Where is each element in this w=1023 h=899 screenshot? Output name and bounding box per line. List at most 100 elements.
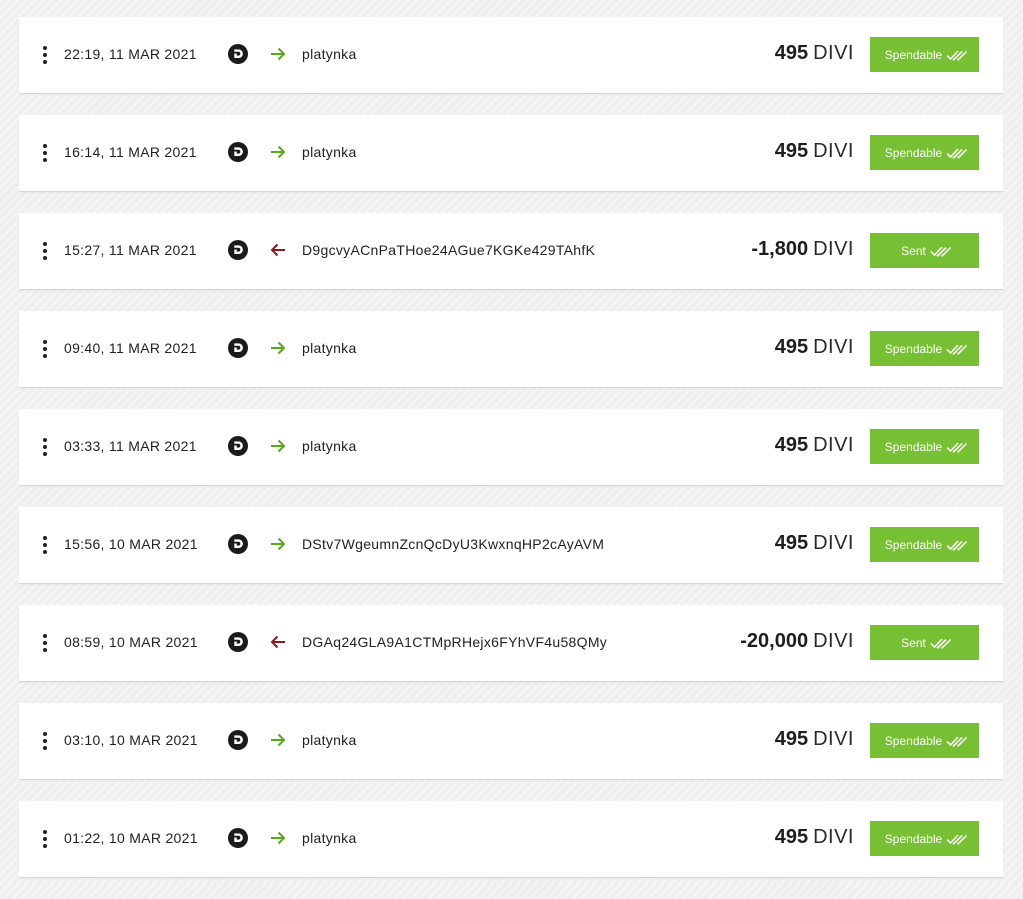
status-badge[interactable]: Spendable bbox=[870, 135, 979, 170]
arrow-right-icon bbox=[271, 537, 286, 551]
status-label: Sent bbox=[901, 635, 926, 650]
transaction-address: D9gcvyACnPaTHoe24AGue7KGKe429TAhfK bbox=[302, 242, 596, 258]
transaction-time: 08:59, 10 MAR 2021 bbox=[64, 634, 198, 650]
transaction-address: DGAq24GLA9A1CTMpRHejx6FYhVF4u58QMy bbox=[302, 634, 608, 650]
arrow-right-icon bbox=[271, 47, 286, 61]
kebab-menu-icon[interactable] bbox=[35, 141, 55, 165]
double-check-icon bbox=[946, 833, 968, 845]
status-badge[interactable]: Spendable bbox=[870, 429, 979, 464]
transaction-row[interactable]: 22:19, 11 MAR 2021 platynka 495 DIVI Spen… bbox=[19, 17, 1003, 94]
kebab-menu-icon[interactable] bbox=[35, 729, 55, 753]
status-badge[interactable]: Sent bbox=[870, 233, 979, 268]
status-label: Spendable bbox=[884, 341, 943, 356]
transaction-amount: -1,800 DIVI bbox=[751, 238, 854, 261]
arrow-right-icon bbox=[271, 439, 286, 453]
transaction-row[interactable]: 03:10, 10 MAR 2021 platynka 495 DIVI Spen… bbox=[19, 703, 1003, 780]
kebab-menu-icon[interactable] bbox=[35, 43, 55, 67]
kebab-menu-icon[interactable] bbox=[35, 631, 55, 655]
transaction-amount: 495 DIVI bbox=[775, 532, 854, 555]
status-label: Spendable bbox=[884, 733, 943, 748]
transaction-time: 15:27, 11 MAR 2021 bbox=[64, 242, 197, 258]
status-badge[interactable]: Spendable bbox=[870, 527, 979, 562]
divi-logo-icon bbox=[228, 730, 248, 750]
transaction-amount: 495 DIVI bbox=[775, 728, 854, 751]
status-label: Spendable bbox=[884, 47, 943, 62]
amount-unit: DIVI bbox=[813, 630, 854, 652]
arrow-right-icon bbox=[271, 831, 286, 845]
transaction-row[interactable]: 08:59, 10 MAR 2021 DGAq24GLA9A1CTMpRHejx… bbox=[19, 605, 1003, 682]
transaction-row[interactable]: 03:33, 11 MAR 2021 platynka 495 DIVI Spen… bbox=[19, 409, 1003, 486]
amount-value: 495 bbox=[774, 826, 809, 848]
status-label: Sent bbox=[901, 243, 926, 258]
amount-unit: DIVI bbox=[813, 434, 854, 456]
arrow-right-icon bbox=[271, 733, 286, 747]
amount-unit: DIVI bbox=[813, 336, 854, 358]
transaction-address: platynka bbox=[302, 438, 357, 454]
amount-unit: DIVI bbox=[813, 728, 854, 750]
status-label: Spendable bbox=[884, 537, 943, 552]
divi-logo-icon bbox=[228, 240, 248, 260]
transaction-address: platynka bbox=[302, 830, 357, 846]
arrow-left-icon bbox=[270, 243, 285, 257]
status-label: Spendable bbox=[884, 439, 943, 454]
double-check-icon bbox=[946, 49, 968, 61]
transaction-row[interactable]: 16:14, 11 MAR 2021 platynka 495 DIVI Spen… bbox=[19, 115, 1003, 192]
amount-unit: DIVI bbox=[813, 238, 854, 260]
transaction-address: DStv7WgeumnZcnQcDyU3KwxnqHP2cAyAVM bbox=[302, 536, 605, 552]
transaction-row[interactable]: 15:56, 10 MAR 2021 DStv7WgeumnZcnQcDyU3K… bbox=[19, 507, 1003, 584]
transaction-row[interactable]: 15:27, 11 MAR 2021 D9gcvyACnPaTHoe24AGue… bbox=[19, 213, 1003, 290]
divi-logo-icon bbox=[228, 338, 248, 358]
divi-logo-icon bbox=[228, 436, 248, 456]
status-badge[interactable]: Spendable bbox=[870, 723, 979, 758]
status-badge[interactable]: Spendable bbox=[870, 331, 979, 366]
amount-value: 495 bbox=[774, 140, 809, 162]
double-check-icon bbox=[946, 147, 968, 159]
double-check-icon bbox=[946, 343, 968, 355]
amount-unit: DIVI bbox=[813, 532, 854, 554]
kebab-menu-icon[interactable] bbox=[35, 239, 55, 263]
amount-value: 495 bbox=[774, 532, 809, 554]
transaction-address: platynka bbox=[302, 46, 357, 62]
amount-value: -20,000 bbox=[740, 630, 809, 652]
amount-unit: DIVI bbox=[813, 826, 854, 848]
amount-unit: DIVI bbox=[813, 42, 854, 64]
transaction-time: 01:22, 10 MAR 2021 bbox=[64, 830, 198, 846]
double-check-icon bbox=[946, 441, 968, 453]
transaction-time: 16:14, 11 MAR 2021 bbox=[64, 144, 197, 160]
transaction-amount: 495 DIVI bbox=[775, 434, 854, 457]
status-label: Spendable bbox=[884, 145, 943, 160]
transaction-time: 03:10, 10 MAR 2021 bbox=[64, 732, 198, 748]
status-badge[interactable]: Sent bbox=[870, 625, 979, 660]
transaction-address: platynka bbox=[302, 732, 357, 748]
transaction-row[interactable]: 09:40, 11 MAR 2021 platynka 495 DIVI Spen… bbox=[19, 311, 1003, 388]
amount-unit: DIVI bbox=[813, 140, 854, 162]
transaction-amount: 495 DIVI bbox=[775, 336, 854, 359]
kebab-menu-icon[interactable] bbox=[35, 827, 55, 851]
divi-logo-icon bbox=[228, 534, 248, 554]
transaction-amount: -20,000 DIVI bbox=[740, 630, 854, 653]
transaction-amount: 495 DIVI bbox=[775, 826, 854, 849]
divi-logo-icon bbox=[228, 828, 248, 848]
amount-value: -1,800 bbox=[751, 238, 809, 260]
arrow-right-icon bbox=[271, 145, 286, 159]
kebab-menu-icon[interactable] bbox=[35, 337, 55, 361]
kebab-menu-icon[interactable] bbox=[35, 435, 55, 459]
amount-value: 495 bbox=[774, 434, 809, 456]
transaction-address: platynka bbox=[302, 340, 357, 356]
arrow-right-icon bbox=[271, 341, 286, 355]
transaction-row[interactable]: 01:22, 10 MAR 2021 platynka 495 DIVI Spen… bbox=[19, 801, 1003, 878]
transaction-list: 22:19, 11 MAR 2021 platynka 495 DIVI Spen… bbox=[19, 17, 1003, 899]
amount-value: 495 bbox=[774, 42, 809, 64]
arrow-left-icon bbox=[270, 635, 285, 649]
transaction-time: 03:33, 11 MAR 2021 bbox=[64, 438, 197, 454]
transaction-amount: 495 DIVI bbox=[775, 42, 854, 65]
transaction-time: 22:19, 11 MAR 2021 bbox=[64, 46, 197, 62]
transaction-amount: 495 DIVI bbox=[775, 140, 854, 163]
amount-value: 495 bbox=[774, 336, 809, 358]
double-check-icon bbox=[946, 539, 968, 551]
status-badge[interactable]: Spendable bbox=[870, 37, 979, 72]
double-check-icon bbox=[930, 637, 951, 649]
double-check-icon bbox=[930, 245, 951, 257]
status-badge[interactable]: Spendable bbox=[870, 821, 979, 856]
kebab-menu-icon[interactable] bbox=[35, 533, 55, 557]
